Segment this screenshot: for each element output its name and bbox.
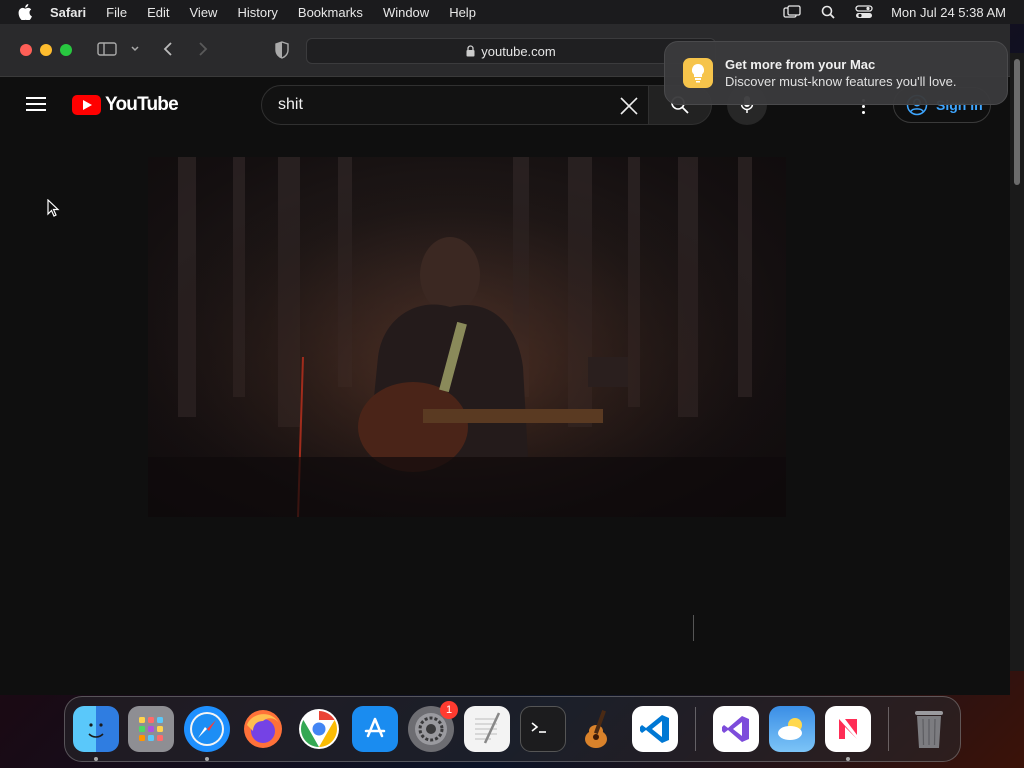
menubar-clock[interactable]: Mon Jul 24 5:38 AM [891, 5, 1006, 20]
mouse-pointer-icon [47, 198, 61, 224]
address-bar[interactable]: youtube.com [306, 38, 716, 64]
finder-icon[interactable] [73, 706, 119, 752]
safari-window: youtube.com YouTube Sign in [0, 24, 1010, 695]
terminal-icon[interactable] [520, 706, 566, 752]
menu-window[interactable]: Window [383, 5, 429, 20]
news-icon[interactable] [825, 706, 871, 752]
launchpad-icon[interactable] [128, 706, 174, 752]
news-running-indicator [846, 757, 850, 761]
video-player[interactable] [148, 157, 786, 517]
trash-icon[interactable] [906, 706, 952, 752]
menu-history[interactable]: History [237, 5, 277, 20]
clear-search-icon[interactable] [618, 95, 640, 117]
back-icon[interactable] [162, 41, 174, 57]
notification-text: Get more from your Mac Discover must-kno… [725, 57, 957, 89]
screen-mirroring-icon[interactable] [783, 4, 801, 20]
page-scrollbar[interactable] [1010, 53, 1024, 671]
scrollbar-thumb[interactable] [1014, 59, 1020, 185]
dock-separator [695, 707, 696, 751]
settings-notification-badge: 1 [440, 701, 458, 719]
url-text: youtube.com [481, 43, 556, 59]
chrome-icon[interactable] [296, 706, 342, 752]
safari-icon[interactable] [184, 706, 230, 752]
minimize-window-button[interactable] [40, 44, 52, 56]
notification-banner[interactable]: Get more from your Mac Discover must-kno… [664, 41, 1008, 105]
menu-app-name[interactable]: Safari [50, 5, 86, 20]
weather-icon[interactable] [769, 706, 815, 752]
textedit-icon[interactable] [464, 706, 510, 752]
zoom-window-button[interactable] [60, 44, 72, 56]
dock: 1 [64, 696, 961, 762]
garageband-icon[interactable] [576, 706, 622, 752]
shield-icon[interactable] [274, 41, 290, 59]
apple-icon[interactable] [18, 4, 36, 20]
menu-edit[interactable]: Edit [147, 5, 169, 20]
youtube-page: YouTube Sign in [0, 77, 1010, 695]
system-settings-icon[interactable]: 1 [408, 701, 458, 752]
menu-help[interactable]: Help [449, 5, 476, 20]
sidebar-icon[interactable] [97, 41, 117, 57]
visual-studio-icon[interactable] [713, 706, 759, 752]
text-cursor-caret [693, 615, 694, 641]
firefox-icon[interactable] [240, 706, 286, 752]
safari-running-indicator [205, 757, 209, 761]
control-center-icon[interactable] [855, 4, 873, 20]
lock-icon [466, 45, 475, 57]
search-icon[interactable] [819, 4, 837, 20]
youtube-logo-text: YouTube [105, 94, 179, 115]
menu-file[interactable]: File [106, 5, 127, 20]
dock-separator-trash [888, 707, 889, 751]
menu-bar: Safari File Edit View History Bookmarks … [0, 0, 1024, 24]
search-box [261, 85, 649, 125]
notification-title: Get more from your Mac [725, 57, 876, 72]
hamburger-menu-icon[interactable] [26, 97, 46, 113]
youtube-play-icon [72, 95, 101, 115]
vscode-icon[interactable] [632, 706, 678, 752]
video-frame [148, 157, 786, 517]
search-input[interactable] [278, 96, 608, 114]
notification-body: Discover must-know features you'll love. [725, 74, 957, 89]
close-window-button[interactable] [20, 44, 32, 56]
lightbulb-icon [683, 58, 713, 88]
youtube-logo[interactable]: YouTube [72, 94, 179, 116]
menu-bookmarks[interactable]: Bookmarks [298, 5, 363, 20]
forward-icon[interactable] [197, 41, 209, 57]
finder-running-indicator [94, 757, 98, 761]
app-store-icon[interactable] [352, 706, 398, 752]
menu-view[interactable]: View [190, 5, 218, 20]
chevron-down-icon[interactable] [130, 41, 140, 57]
